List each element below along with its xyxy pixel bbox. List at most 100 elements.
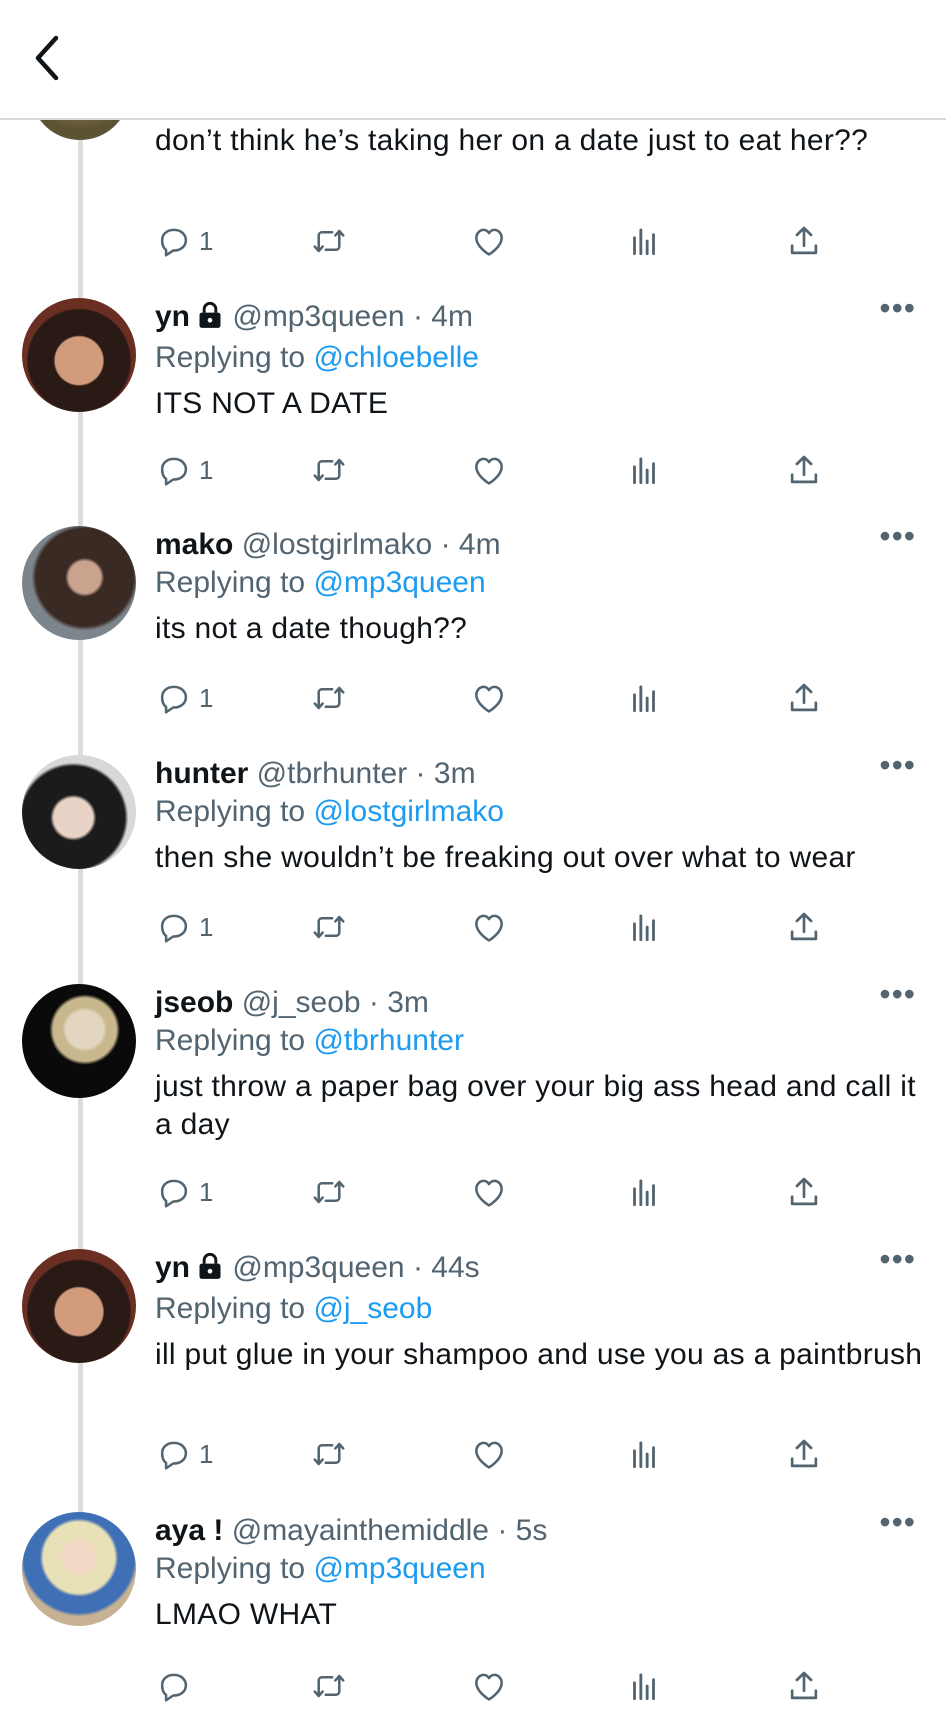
- avatar[interactable]: [22, 526, 136, 640]
- user-handle[interactable]: @tbrhunter: [257, 757, 408, 790]
- tweet-meta: hunter @tbrhunter · 3m: [155, 755, 926, 793]
- reply-icon: [160, 1673, 188, 1702]
- like-button[interactable]: [470, 450, 508, 490]
- replying-to: Replying to @j_seob: [155, 1290, 926, 1328]
- retweet-button[interactable]: [310, 450, 348, 490]
- avatar[interactable]: [22, 984, 136, 1098]
- timestamp: 3m: [433, 757, 476, 790]
- like-button[interactable]: [470, 1666, 508, 1706]
- reply-mention-link[interactable]: @tbrhunter: [313, 1024, 464, 1057]
- like-button[interactable]: [470, 221, 508, 261]
- reply-count: 1: [199, 1438, 214, 1469]
- reply-button[interactable]: 1: [155, 1172, 213, 1212]
- like-icon: [475, 914, 503, 942]
- share-button[interactable]: [785, 1666, 823, 1706]
- more-icon[interactable]: •••: [879, 978, 916, 1010]
- analytics-button[interactable]: [625, 450, 663, 490]
- user-handle[interactable]: @mayainthemiddle: [232, 1514, 489, 1547]
- tweet-text: don’t think he’s taking her on a date ju…: [155, 124, 869, 157]
- reply-button[interactable]: 1: [155, 678, 213, 718]
- analytics-button[interactable]: [625, 221, 663, 261]
- analytics-button[interactable]: [625, 1434, 663, 1474]
- reply-mention-link[interactable]: @mp3queen: [313, 566, 485, 599]
- analytics-button[interactable]: [625, 1666, 663, 1706]
- tweet-actions: 1: [155, 678, 835, 718]
- timestamp: 5s: [515, 1514, 548, 1547]
- replying-to: Replying to @tbrhunter: [155, 1022, 926, 1060]
- user-handle[interactable]: @j_seob: [242, 986, 361, 1019]
- reply-mention-link[interactable]: @chloebelle: [313, 341, 479, 374]
- share-button[interactable]: [785, 1172, 823, 1212]
- reply-button[interactable]: 1: [155, 907, 213, 947]
- share-icon: [790, 1671, 818, 1700]
- reply-count: 1: [199, 911, 214, 942]
- reply-mention-link[interactable]: @lostgirlmako: [313, 795, 504, 828]
- reply-icon: [160, 457, 188, 486]
- share-button[interactable]: [785, 221, 823, 261]
- analytics-icon: [633, 685, 655, 713]
- like-button[interactable]: [470, 907, 508, 947]
- reply-icon: [160, 1441, 188, 1470]
- reply-button[interactable]: 1: [155, 221, 213, 261]
- retweet-button[interactable]: [310, 221, 348, 261]
- replying-to: Replying to @mp3queen: [155, 1550, 926, 1588]
- like-button[interactable]: [470, 678, 508, 718]
- tweet-meta: yn @mp3queen · 44s: [155, 1249, 926, 1290]
- share-button[interactable]: [785, 678, 823, 718]
- display-name[interactable]: hunter: [155, 757, 248, 790]
- retweet-button[interactable]: [310, 678, 348, 718]
- like-icon: [475, 1441, 503, 1469]
- user-handle[interactable]: @mp3queen: [232, 1251, 404, 1284]
- user-handle[interactable]: @mp3queen: [232, 300, 404, 333]
- share-button[interactable]: [785, 450, 823, 490]
- avatar[interactable]: [22, 1249, 136, 1363]
- analytics-icon: [633, 914, 655, 942]
- like-button[interactable]: [470, 1172, 508, 1212]
- lock-icon: [196, 1252, 224, 1290]
- user-handle[interactable]: @lostgirlmako: [242, 528, 433, 561]
- analytics-icon: [633, 1673, 655, 1701]
- like-button[interactable]: [470, 1434, 508, 1474]
- analytics-button[interactable]: [625, 907, 663, 947]
- reply-button[interactable]: 1: [155, 1434, 213, 1474]
- display-name[interactable]: mako: [155, 528, 233, 561]
- display-name[interactable]: yn: [155, 1251, 190, 1284]
- more-icon[interactable]: •••: [879, 749, 916, 781]
- share-button[interactable]: [785, 1434, 823, 1474]
- timestamp: 4m: [458, 528, 501, 561]
- back-arrow-icon[interactable]: [30, 30, 70, 86]
- lock-icon: [196, 301, 224, 339]
- more-icon[interactable]: •••: [879, 292, 916, 324]
- retweet-button[interactable]: [310, 1434, 348, 1474]
- share-icon: [790, 683, 818, 712]
- reply-mention-link[interactable]: @j_seob: [313, 1292, 432, 1325]
- share-button[interactable]: [785, 907, 823, 947]
- timestamp: 3m: [387, 986, 429, 1019]
- reply-button[interactable]: 1: [155, 450, 213, 490]
- more-icon[interactable]: •••: [879, 520, 916, 552]
- analytics-button[interactable]: [625, 678, 663, 718]
- retweet-button[interactable]: [310, 1172, 348, 1212]
- avatar[interactable]: [22, 298, 136, 412]
- top-bar: [0, 0, 946, 120]
- display-name[interactable]: yn: [155, 300, 190, 333]
- analytics-button[interactable]: [625, 1172, 663, 1212]
- tweet-text: ITS NOT A DATE: [155, 387, 389, 420]
- display-name[interactable]: aya !: [155, 1514, 223, 1547]
- reply-count: 1: [199, 454, 214, 485]
- reply-icon: [160, 685, 188, 714]
- share-icon: [790, 1439, 818, 1468]
- more-icon[interactable]: •••: [879, 1243, 916, 1275]
- avatar[interactable]: [22, 755, 136, 869]
- avatar[interactable]: [22, 1512, 136, 1626]
- more-icon[interactable]: •••: [879, 1506, 916, 1538]
- tweet-actions: 1: [155, 221, 835, 261]
- retweet-icon: [313, 229, 345, 253]
- timestamp: 44s: [431, 1251, 480, 1284]
- retweet-button[interactable]: [310, 1666, 348, 1706]
- display-name[interactable]: jseob: [155, 986, 233, 1019]
- retweet-button[interactable]: [310, 907, 348, 947]
- reply-button[interactable]: [155, 1666, 199, 1706]
- reply-mention-link[interactable]: @mp3queen: [313, 1552, 485, 1585]
- tweet-text: then she wouldn’t be freaking out over w…: [155, 841, 856, 874]
